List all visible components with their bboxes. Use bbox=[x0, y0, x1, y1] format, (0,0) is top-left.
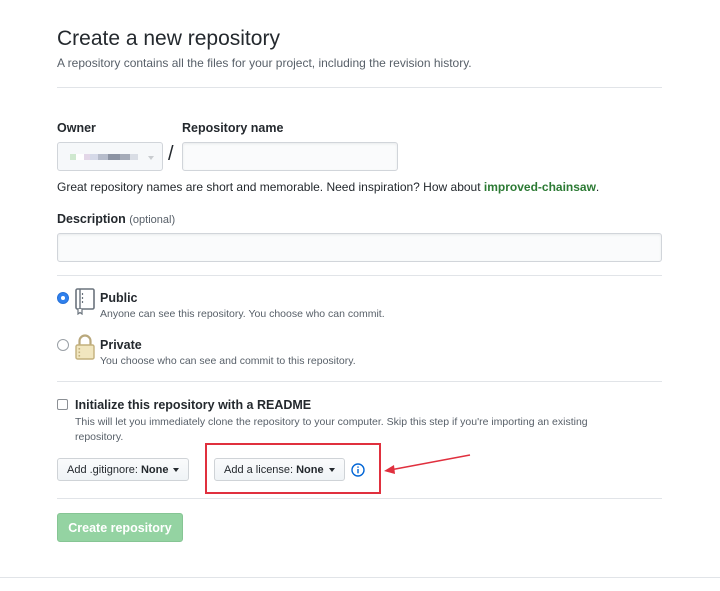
caret-down-icon bbox=[173, 468, 180, 472]
repo-book-icon bbox=[75, 288, 95, 315]
page-subtitle: A repository contains all the files for … bbox=[57, 56, 472, 70]
caret-down-icon bbox=[328, 468, 335, 472]
divider bbox=[57, 275, 662, 276]
name-suggestion-hint: Great repository names are short and mem… bbox=[57, 180, 599, 194]
owner-label: Owner bbox=[57, 121, 96, 135]
annotation-arrow bbox=[384, 454, 471, 474]
owner-name-separator: / bbox=[168, 143, 174, 165]
owner-avatar-redacted bbox=[70, 154, 148, 160]
repository-name-label: Repository name bbox=[182, 121, 284, 135]
license-prefix: Add a license: bbox=[224, 463, 294, 476]
description-label-text: Description bbox=[57, 212, 126, 226]
create-repository-button[interactable]: Create repository bbox=[57, 513, 183, 542]
chevron-down-icon bbox=[148, 156, 154, 160]
description-label: Description (optional) bbox=[57, 212, 175, 226]
gitignore-prefix: Add .gitignore: bbox=[67, 463, 138, 476]
owner-select[interactable] bbox=[57, 142, 163, 171]
footer-divider bbox=[0, 577, 720, 578]
license-dropdown[interactable]: Add a license: None bbox=[214, 458, 345, 481]
readme-description-line-2: repository. bbox=[75, 431, 124, 443]
private-description: You choose who can see and commit to thi… bbox=[100, 355, 356, 367]
page-title: Create a new repository bbox=[57, 27, 280, 50]
suggested-name-link[interactable]: improved-chainsaw bbox=[484, 180, 596, 194]
private-radio[interactable] bbox=[57, 339, 69, 351]
public-radio[interactable] bbox=[57, 292, 69, 304]
header-divider bbox=[57, 87, 662, 88]
divider bbox=[57, 498, 662, 499]
private-title: Private bbox=[100, 338, 142, 352]
optional-tag: (optional) bbox=[129, 214, 176, 226]
info-icon[interactable] bbox=[351, 463, 365, 477]
hint-end: . bbox=[595, 180, 600, 194]
readme-label[interactable]: Initialize this repository with a README bbox=[75, 398, 311, 412]
hint-text: Great repository names are short and mem… bbox=[57, 180, 484, 194]
public-title: Public bbox=[100, 291, 138, 305]
license-value: None bbox=[296, 463, 324, 476]
gitignore-value: None bbox=[140, 463, 169, 476]
divider bbox=[57, 381, 662, 382]
readme-checkbox[interactable] bbox=[57, 399, 68, 410]
gitignore-dropdown[interactable]: Add .gitignore: None bbox=[57, 458, 190, 481]
description-input[interactable] bbox=[57, 233, 662, 262]
public-description: Anyone can see this repository. You choo… bbox=[100, 308, 385, 320]
repository-name-input[interactable] bbox=[182, 142, 398, 171]
readme-description-line-1: This will let you immediately clone the … bbox=[75, 416, 588, 428]
lock-icon bbox=[75, 334, 95, 360]
